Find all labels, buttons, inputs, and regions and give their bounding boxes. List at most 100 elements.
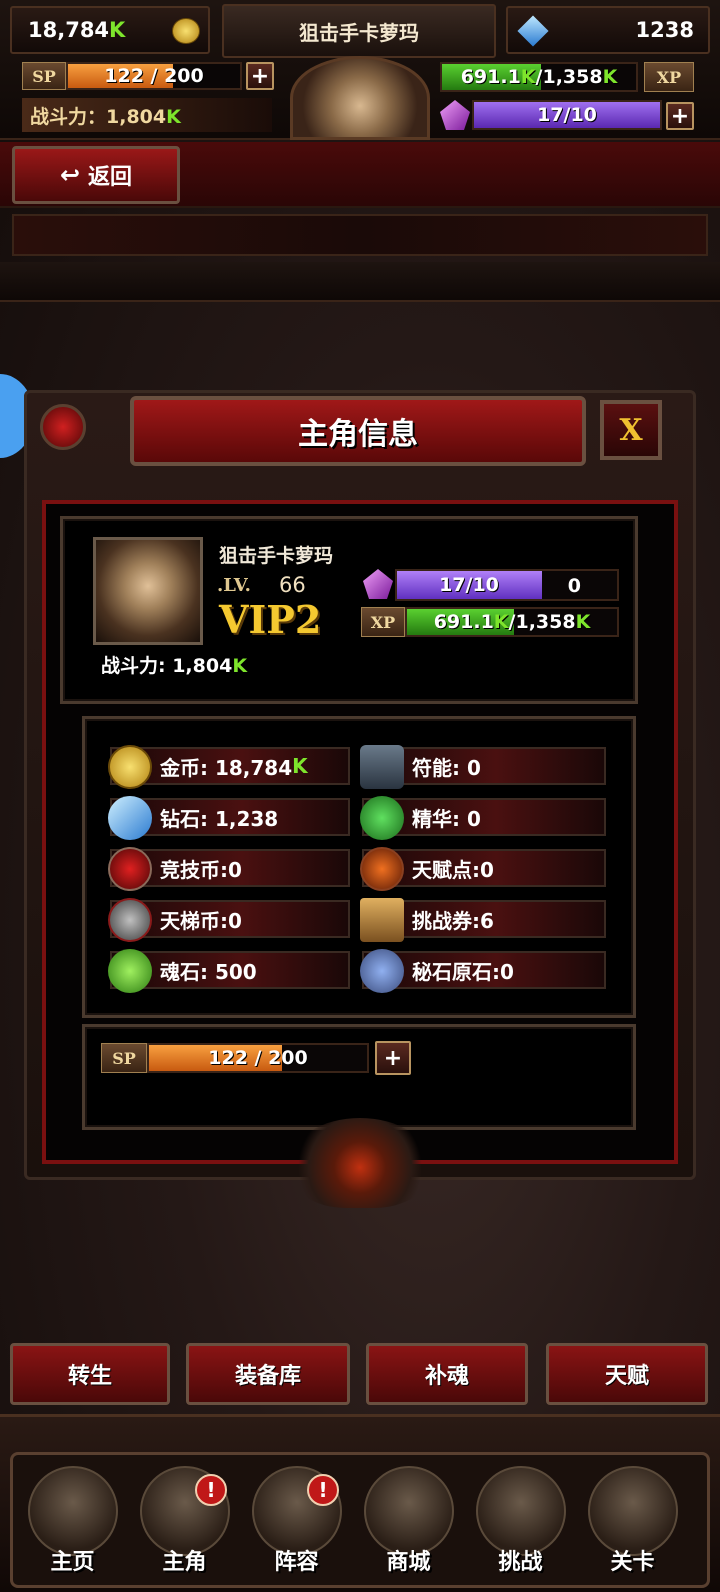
panel-sp-text: 122 / 200 (208, 1047, 308, 1069)
nav-icon (28, 1466, 118, 1556)
nav-label: 挑战 (498, 1550, 543, 1575)
resource-label: 钻石: 1,238 (160, 800, 278, 834)
resource-label: 竞技币:0 (160, 851, 242, 885)
sp-bar: 122 / 200 (66, 62, 242, 90)
gem-icon (363, 569, 393, 599)
nav-label: 阵容 (274, 1550, 319, 1575)
hero-gem-extra: 0 (567, 575, 581, 597)
hero-xp-value: 691.1 (433, 611, 494, 633)
xp-max-suffix: K (602, 66, 618, 88)
talent-point-icon (360, 847, 404, 891)
vip-badge: VIP2 (219, 597, 322, 642)
hero-xp-bar: 691.1 K/1,358 K (405, 607, 619, 637)
xp-max: /1,358 (535, 66, 603, 88)
talent-button[interactable]: 天赋 (546, 1343, 708, 1405)
sp-section: SP 122 / 200 + (82, 1024, 636, 1130)
gold-counter: 18,784K (10, 6, 210, 54)
resource-row: 符能: 0 (360, 745, 606, 789)
level-label: .LV. (217, 575, 251, 596)
nav-icon (364, 1466, 454, 1556)
soul-refill-button[interactable]: 补魂 (366, 1343, 528, 1405)
ladder-coin-icon (108, 898, 152, 942)
resource-label: 金币: 18,784 K (160, 749, 308, 783)
alert-badge: ! (195, 1474, 227, 1506)
resource-row: 竞技币:0 (108, 847, 350, 891)
xp-bar: 691.1 K/1,358 K (440, 62, 638, 92)
panel-sp-bar: 122 / 200 (147, 1043, 369, 1073)
nav-item-5[interactable]: 关卡 (580, 1462, 685, 1582)
nav-label: 主页 (50, 1550, 95, 1575)
nav-label: 商城 (386, 1550, 431, 1575)
sp-tag: SP (22, 62, 66, 90)
demon-skull-ornament (290, 1118, 430, 1208)
armory-button[interactable]: 装备库 (186, 1343, 350, 1405)
hero-gem-text: 17/10 (439, 574, 499, 596)
resource-value: 精华: 0 (412, 806, 481, 831)
arena-coin-icon (108, 847, 152, 891)
soul-stone-icon (108, 949, 152, 993)
panel-title-bar: 主角信息 (130, 396, 586, 466)
nav-item-2[interactable]: ! 阵容 (244, 1462, 349, 1582)
hero-xp-suffix: K (493, 611, 509, 633)
panel-title: 主角信息 (298, 417, 418, 452)
resource-label: 秘石原石:0 (412, 953, 514, 987)
nav-item-4[interactable]: 挑战 (468, 1462, 573, 1582)
xp-suffix: K (520, 66, 536, 88)
power-suffix: K (166, 106, 181, 128)
resource-row: 魂石: 500 (108, 949, 350, 993)
nav-item-3[interactable]: 商城 (356, 1462, 461, 1582)
gem-bar: 17/10 (472, 100, 662, 130)
resource-row: 天赋点:0 (360, 847, 606, 891)
essence-icon (360, 796, 404, 840)
nav-item-1[interactable]: ! 主角 (132, 1462, 237, 1582)
hero-power: 战斗力: 1,804 (101, 655, 233, 677)
power-display: 战斗力：1,804K (22, 98, 272, 132)
diamond-icon (108, 796, 152, 840)
gem-plus-button[interactable]: + (666, 102, 694, 130)
ornament-band (0, 262, 720, 302)
xp-value: 691.1 (460, 66, 521, 88)
resource-value: 符能: 0 (412, 755, 481, 780)
nav-item-0[interactable]: 主页 (20, 1462, 125, 1582)
hero-xp-tag: XP (361, 607, 405, 637)
nav-icon (476, 1466, 566, 1556)
mystic-ore-icon (360, 949, 404, 993)
close-button[interactable]: X (600, 400, 662, 460)
gold-value: 18,784 (28, 18, 110, 42)
hero-portrait (93, 537, 203, 645)
hero-xp-text: 691.1 K/1,358 K (407, 609, 617, 635)
sp-bar-text: 122 / 200 (104, 65, 204, 87)
resource-label: 天梯币:0 (160, 902, 242, 936)
resource-row: 挑战券:6 (360, 898, 606, 942)
sp-plus-button[interactable]: + (246, 62, 274, 90)
diamond-counter: 1238 (506, 6, 710, 54)
player-avatar[interactable] (290, 56, 430, 140)
resource-row: 精华: 0 (360, 796, 606, 840)
panel-sp-plus-button[interactable]: + (375, 1041, 411, 1075)
ruby-orb-icon (40, 404, 86, 450)
xp-tag: XP (644, 62, 694, 92)
hero-xp-max-suffix: K (575, 611, 591, 633)
level-value: 66 (279, 573, 306, 597)
alert-badge: ! (307, 1474, 339, 1506)
resource-value: 挑战券:6 (412, 908, 494, 933)
resource-suffix: K (292, 754, 308, 778)
nav-label: 关卡 (610, 1550, 655, 1575)
resource-value: 魂石: 500 (160, 959, 257, 984)
xp-bar-text: 691.1 K/1,358 K (442, 64, 636, 90)
gold-coin-icon (108, 745, 152, 789)
reincarnate-button[interactable]: 转生 (10, 1343, 170, 1405)
nav-icon (588, 1466, 678, 1556)
hero-name: 狙击手卡萝玛 (219, 545, 334, 567)
resource-value: 秘石原石:0 (412, 959, 514, 984)
player-name-plate: 狙击手卡萝玛 (222, 4, 496, 58)
game-screen: 18,784K 狙击手卡萝玛 1238 SP 122 / 200 + 战斗力：1… (0, 0, 720, 1592)
back-button[interactable]: ↩ 返回 (12, 146, 180, 204)
resource-value: 天赋点:0 (412, 857, 494, 882)
resource-value: 金币: 18,784 (160, 755, 293, 780)
resource-row: 金币: 18,784 K (108, 745, 350, 789)
hero-gem-bar: 17/10 0 (395, 569, 619, 601)
resource-value: 天梯币:0 (160, 908, 242, 933)
rune-icon (360, 745, 404, 789)
resource-value: 钻石: 1,238 (160, 806, 279, 831)
